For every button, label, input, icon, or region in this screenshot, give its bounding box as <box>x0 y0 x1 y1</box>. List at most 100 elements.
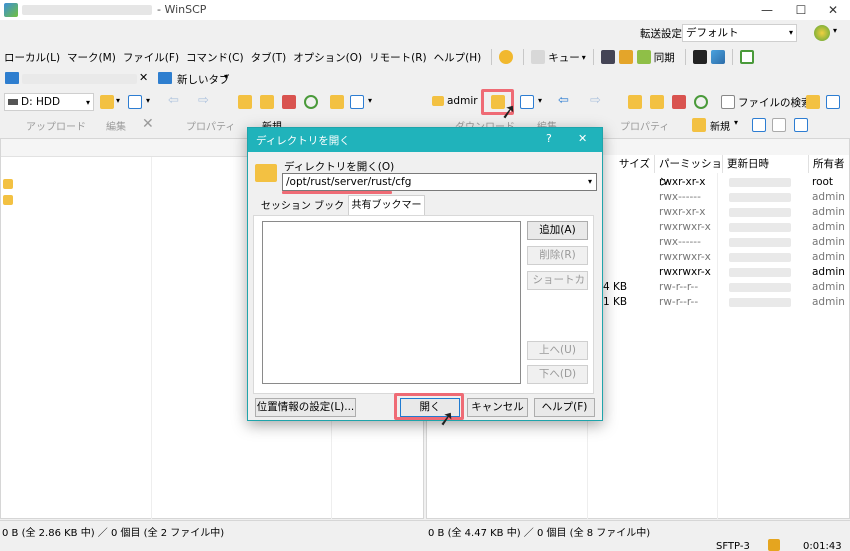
file-owner: root <box>812 176 834 188</box>
file-permissions: rw-r--r-- <box>659 296 699 308</box>
compare-icon[interactable] <box>600 50 615 64</box>
plus-icon[interactable] <box>752 118 766 132</box>
chevron-down-icon[interactable]: ▾ <box>538 96 542 105</box>
minus-icon[interactable] <box>772 118 786 132</box>
local-drive-select[interactable]: D: HDD ▾ <box>4 93 94 111</box>
upload-button[interactable]: アップロード <box>26 118 86 133</box>
col-permissions[interactable]: パーミッション <box>655 155 723 188</box>
delete-button[interactable]: 削除(R) <box>527 246 588 265</box>
col-size[interactable]: サイズ <box>603 155 655 173</box>
menu-remote[interactable]: リモート(R) <box>369 50 427 65</box>
chevron-down-icon[interactable]: ▾ <box>833 26 837 35</box>
properties-button[interactable]: プロパティ <box>186 118 235 133</box>
find-files-button[interactable]: ファイルの検索 <box>738 95 812 110</box>
col-modified[interactable]: 更新日時 <box>723 155 809 173</box>
root-dir-icon[interactable] <box>650 95 664 109</box>
refresh-icon[interactable] <box>694 95 708 109</box>
refresh-icon[interactable] <box>739 50 754 64</box>
tab-session-bookmarks[interactable]: セッション ブックマーク <box>257 198 348 230</box>
bookmark-icon[interactable] <box>330 95 344 109</box>
bookmark-icon[interactable] <box>806 95 820 109</box>
minimize-button[interactable]: — <box>750 0 784 20</box>
home-icon[interactable] <box>672 95 686 109</box>
remote-properties-button[interactable]: プロパティ <box>620 118 669 133</box>
file-owner: admin <box>812 266 845 278</box>
session-tab-blurred[interactable] <box>22 74 137 84</box>
directory-path-input[interactable]: /opt/rust/server/rust/cfg ▾ <box>282 173 597 191</box>
local-status: 0 B (全 2.86 KB 中) ／ 0 個目 (全 2 ファイル中) <box>2 528 225 539</box>
close-tab-icon[interactable]: ✕ <box>139 71 148 84</box>
file-permissions: rwxr-xr-x <box>659 206 706 218</box>
root-dir-icon[interactable] <box>260 95 274 109</box>
list-view-icon[interactable] <box>350 95 364 109</box>
forward-icon[interactable]: ⇨ <box>590 93 601 108</box>
down-button[interactable]: 下へ(D) <box>527 365 588 384</box>
filter-icon[interactable] <box>794 118 808 132</box>
modified-blurred <box>729 298 791 307</box>
menu-mark[interactable]: マーク(M) <box>67 50 116 65</box>
shortcut-button[interactable]: ショートカット(S)... <box>527 271 588 290</box>
putty-icon[interactable] <box>710 50 725 64</box>
back-icon[interactable]: ⇦ <box>558 93 569 108</box>
col-owner[interactable]: 所有者 <box>809 155 849 173</box>
chevron-down-icon[interactable]: ▾ <box>734 118 738 127</box>
file-owner: admin <box>812 251 845 263</box>
transfer-select[interactable]: デフォルト ▾ <box>682 24 797 42</box>
remote-path[interactable]: admir <box>447 95 478 107</box>
gear-icon[interactable] <box>499 50 514 64</box>
home-icon[interactable] <box>282 95 296 109</box>
menu-tab[interactable]: タブ(T) <box>251 50 287 65</box>
refresh-icon[interactable] <box>304 95 318 109</box>
bookmarks-pane: 追加(A) 削除(R) ショートカット(S)... 上へ(U) 下へ(D) <box>253 215 594 394</box>
dialog-help-button[interactable]: ? <box>546 132 552 145</box>
location-settings-button[interactable]: 位置情報の設定(L)... <box>255 398 356 417</box>
transfer-settings-icon[interactable] <box>814 25 830 41</box>
up-button[interactable]: 上へ(U) <box>527 341 588 360</box>
cancel-button[interactable]: キャンセル <box>467 398 528 417</box>
menu-options[interactable]: オプション(O) <box>293 50 362 65</box>
bookmarks-list[interactable] <box>262 221 521 384</box>
chevron-down-icon[interactable]: ▾ <box>224 72 228 81</box>
chevron-down-icon[interactable]: ▾ <box>146 96 150 105</box>
list-view-icon[interactable] <box>826 95 840 109</box>
queue-button[interactable]: キュー <box>548 50 580 65</box>
file-owner: admin <box>812 191 845 203</box>
file-permissions: rwxrwxr-x <box>659 221 711 233</box>
remote-new-button[interactable]: 新規 <box>710 118 730 133</box>
chevron-down-icon[interactable]: ▾ <box>588 174 592 190</box>
delete-icon[interactable]: ✕ <box>142 116 154 132</box>
menu-local[interactable]: ローカル(L) <box>4 50 60 65</box>
forward-icon[interactable]: ⇨ <box>198 93 209 108</box>
session-tab-icon <box>5 72 19 84</box>
new-tab-button[interactable]: 新しいタブ <box>177 72 230 87</box>
add-button[interactable]: 追加(A) <box>527 221 588 240</box>
menu-help[interactable]: ヘルプ(H) <box>434 50 482 65</box>
search-icon[interactable] <box>721 95 735 109</box>
sync-button[interactable]: 同期 <box>654 50 675 65</box>
modified-blurred <box>729 283 791 292</box>
tab-shared-bookmarks[interactable]: 共有ブックマーク <box>348 195 425 231</box>
help-button[interactable]: ヘルプ(F) <box>534 398 595 417</box>
dialog-close-button[interactable]: ✕ <box>578 132 587 145</box>
back-icon[interactable]: ⇦ <box>168 93 179 108</box>
chevron-down-icon[interactable]: ▾ <box>368 96 372 105</box>
parent-dir-icon[interactable] <box>238 95 252 109</box>
modified-blurred <box>729 253 791 262</box>
menu-command[interactable]: コマンド(C) <box>186 50 244 65</box>
edit-button[interactable]: 編集 <box>106 118 126 133</box>
close-button[interactable]: ✕ <box>816 0 850 20</box>
filter-icon[interactable] <box>128 95 142 109</box>
file-permissions: rwx------ <box>659 236 701 248</box>
parent-dir-icon[interactable] <box>628 95 642 109</box>
modified-blurred <box>729 178 791 187</box>
open-folder-icon[interactable] <box>100 95 114 109</box>
filter-icon[interactable] <box>520 95 534 109</box>
sync-icon[interactable] <box>636 50 651 64</box>
maximize-button[interactable]: ☐ <box>784 0 818 20</box>
chevron-down-icon[interactable]: ▾ <box>116 96 120 105</box>
sync-browse-icon[interactable] <box>618 50 633 64</box>
queue-icon[interactable] <box>531 50 546 64</box>
menu-file[interactable]: ファイル(F) <box>123 50 179 65</box>
terminal-icon[interactable] <box>692 50 707 64</box>
chevron-down-icon[interactable]: ▾ <box>582 53 586 62</box>
